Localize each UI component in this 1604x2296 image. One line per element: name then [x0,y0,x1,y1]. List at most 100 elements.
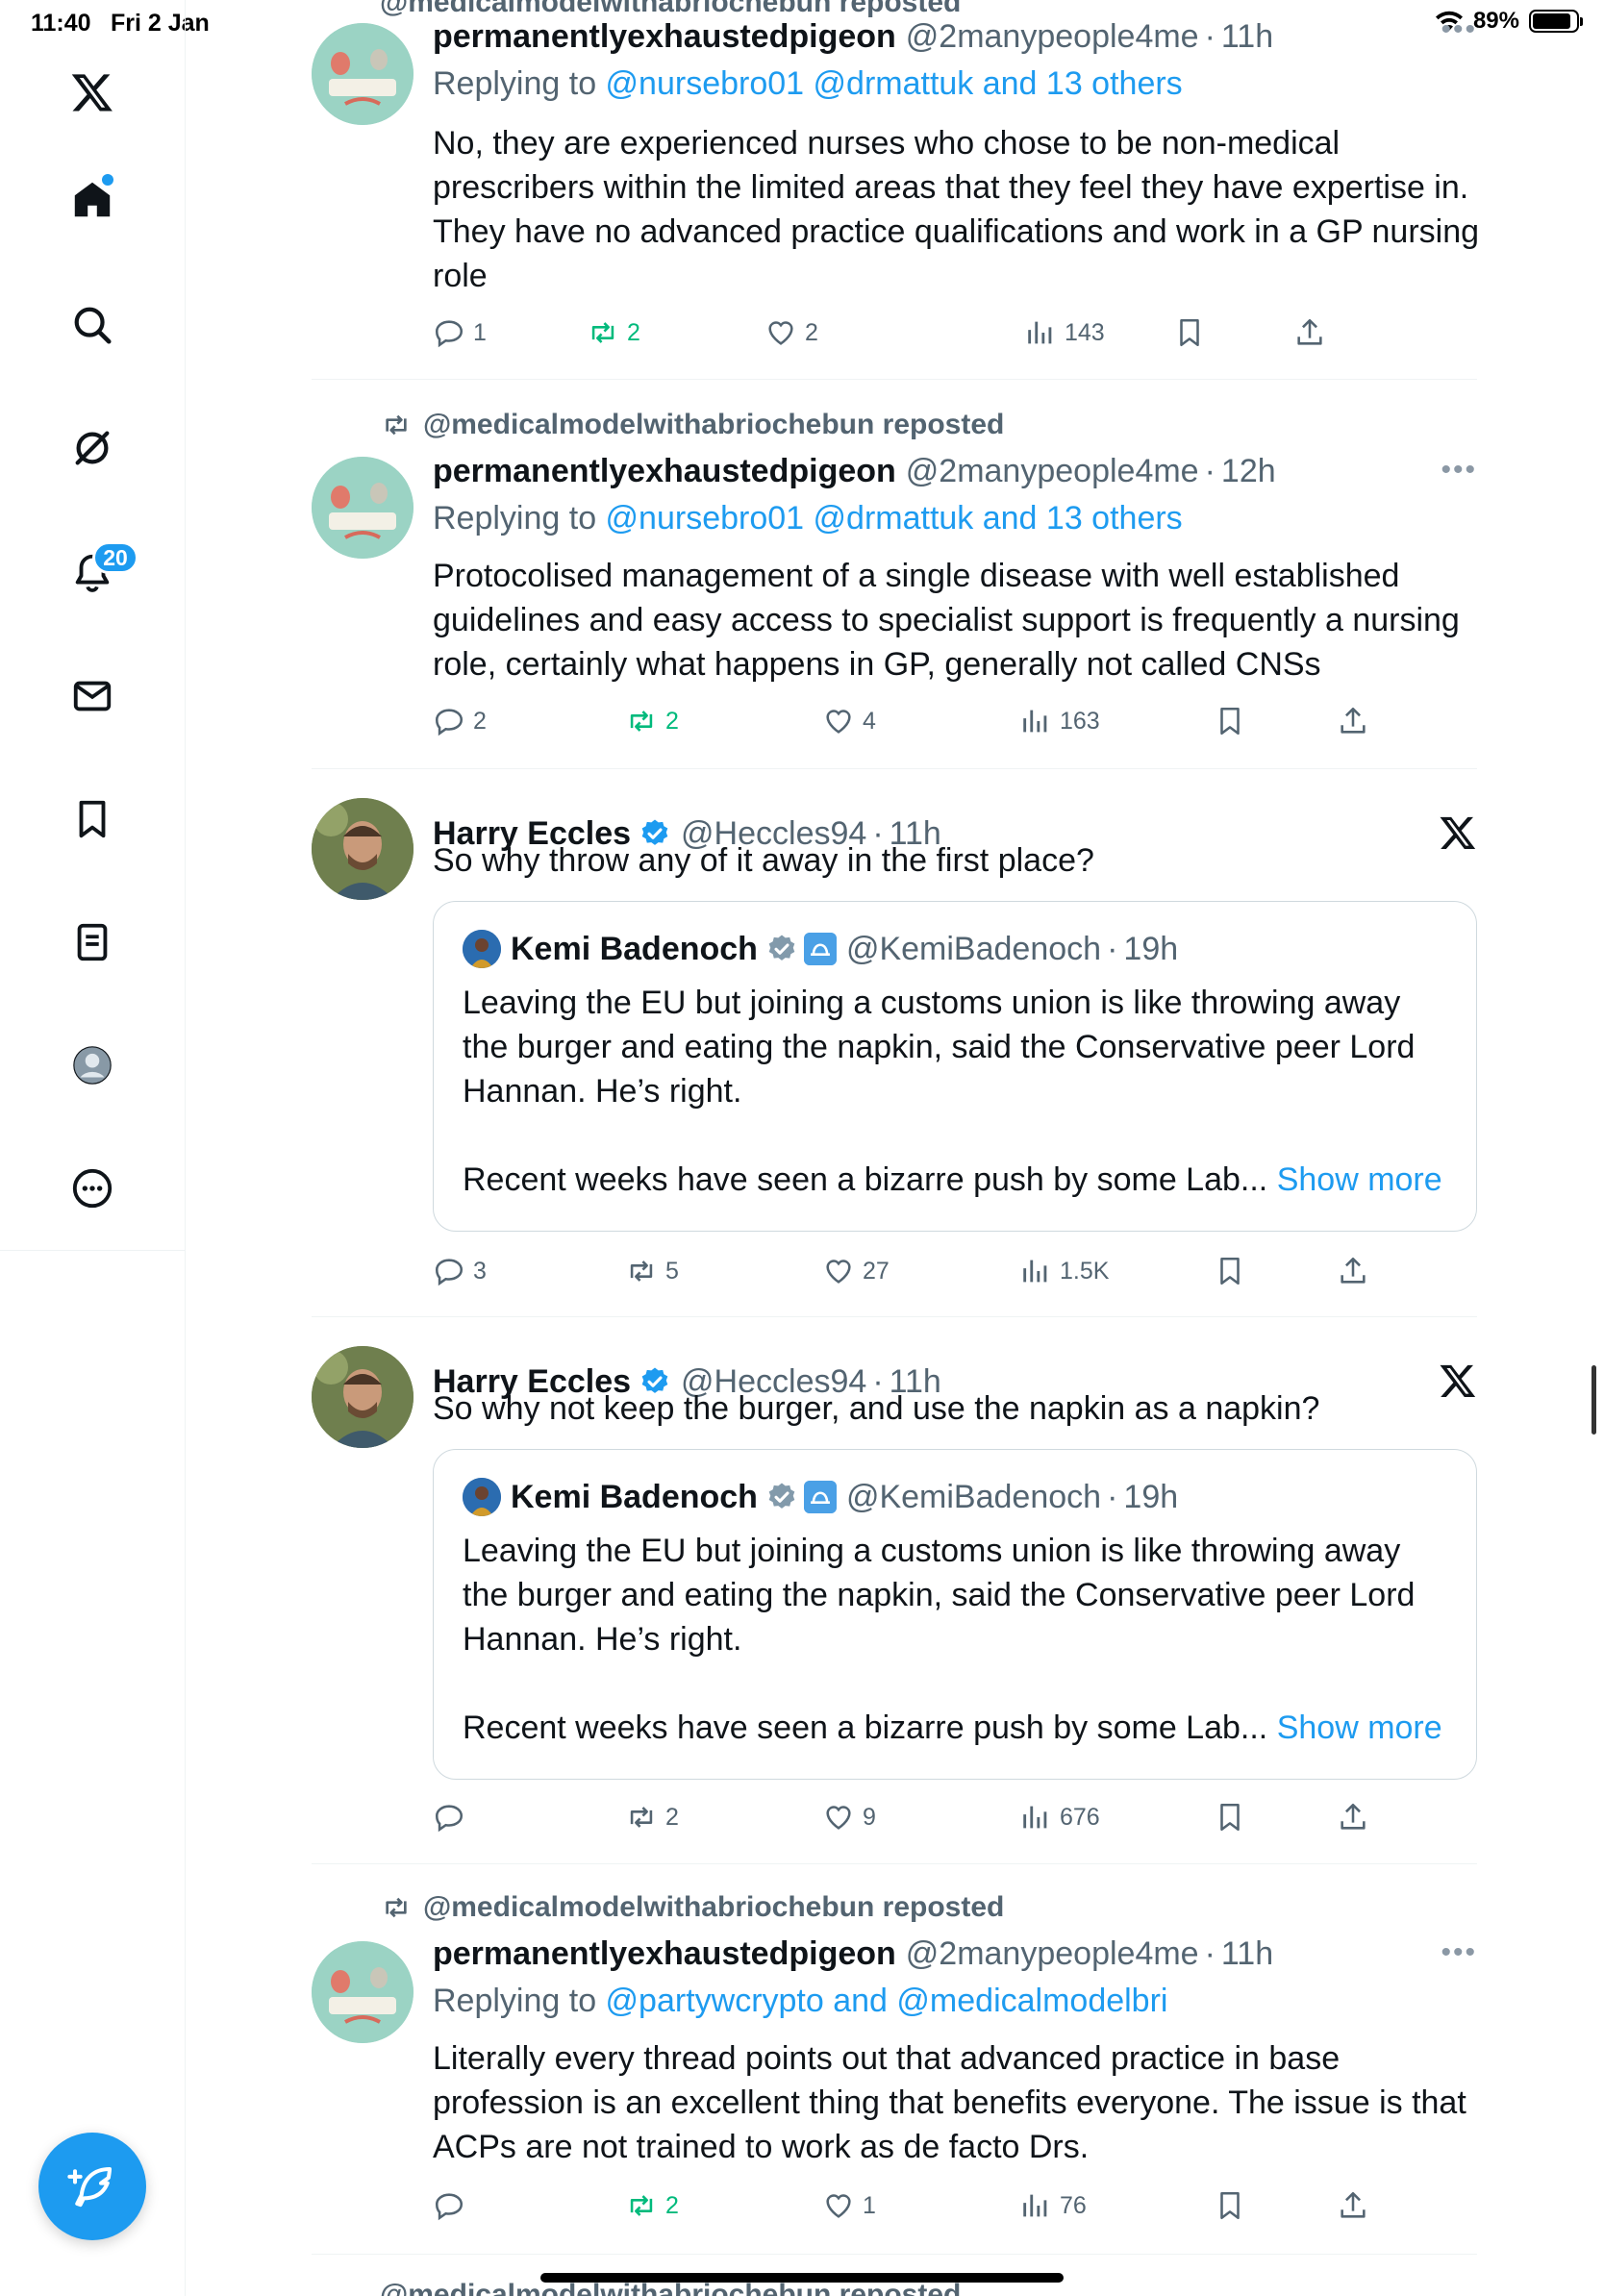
tweet-divider [312,1863,1477,1864]
quoted-tweet[interactable]: Kemi Badenoch @KemiBadenoch · 19h Leavin… [433,1449,1477,1780]
views-button[interactable]: 1.5K [1019,1252,1109,1290]
show-more-link[interactable]: Show more [1277,1161,1442,1198]
reply-targets[interactable]: @nursebro01 @drmattuk and 13 others [606,65,1183,102]
repost-icon [630,711,653,732]
replying-to: Replying to @nursebro01 @drmattuk and 13… [433,65,1183,102]
repost-button[interactable]: 2 [587,313,640,352]
bookmark-icon [1220,1257,1240,1285]
quote-header: Kemi Badenoch @KemiBadenoch · 19h [463,929,1178,969]
avatar[interactable] [312,1346,414,1448]
more-options-icon[interactable]: ••• [1441,1936,1477,1969]
tweet-text: Literally every thread points out that a… [433,2040,1466,2165]
grok-icon[interactable] [60,415,125,481]
bookmark-button[interactable] [1214,702,1246,740]
home-icon[interactable] [60,167,125,233]
show-more-link[interactable]: Show more [1277,1710,1442,1746]
reply-button[interactable]: 2 [433,702,487,740]
timestamp[interactable]: 11h [1221,1935,1273,1973]
compose-post-button[interactable] [38,2133,146,2240]
heart-icon [826,1806,851,1830]
repost-button[interactable]: 2 [625,2186,679,2225]
bookmark-button[interactable] [1173,313,1206,352]
profile-avatar-icon[interactable] [60,1033,125,1098]
tweet-text: No, they are experienced nurses who chos… [433,125,1480,294]
quoted-tweet[interactable]: Kemi Badenoch @KemiBadenoch · 19h Leavin… [433,901,1477,1232]
share-icon [1341,1257,1366,1284]
repost-button[interactable]: 2 [625,702,679,740]
quote-timestamp[interactable]: 19h [1123,1479,1178,1516]
bookmark-icon [1220,1803,1240,1832]
like-button[interactable]: 4 [822,702,876,740]
like-button[interactable]: 1 [822,2186,876,2225]
messages-mail-icon[interactable] [60,663,125,729]
timestamp[interactable]: 11h [1221,18,1273,56]
quote-handle[interactable]: @KemiBadenoch [846,1479,1101,1516]
more-options-icon[interactable] [60,1156,125,1221]
share-button[interactable] [1337,1252,1369,1290]
handle[interactable]: @2manypeople4me [906,1935,1199,1973]
bookmark-icon [1220,707,1240,736]
bookmark-button[interactable] [1214,2186,1246,2225]
scrollbar-thumb[interactable] [1591,1365,1596,1435]
home-unread-dot [102,174,113,186]
share-button[interactable] [1293,313,1326,352]
display-name[interactable]: permanentlyexhaustedpigeon [433,453,896,490]
like-button[interactable]: 2 [764,313,818,352]
bookmark-button[interactable] [1214,1798,1246,1836]
views-button[interactable]: 76 [1019,2186,1087,2225]
reply-targets[interactable]: @nursebro01 @drmattuk and 13 others [606,500,1183,537]
quote-display-name[interactable]: Kemi Badenoch [511,931,758,968]
reply-button[interactable] [433,1798,473,1836]
display-name[interactable]: permanentlyexhaustedpigeon [433,1935,896,1973]
compose-feather-icon [67,2166,113,2208]
repost-attribution: @medicalmodelwithabriochebun reposted [381,1890,1004,1925]
replying-to: Replying to @nursebro01 @drmattuk and 13… [433,500,1183,537]
sidebar: 20 [0,0,186,2296]
share-icon [1341,2191,1366,2218]
x-logo-icon[interactable] [60,60,125,125]
avatar[interactable] [312,1941,414,2043]
quote-avatar[interactable] [463,1478,501,1516]
reply-targets[interactable]: @partywcrypto and @medicalmodelbri [606,1983,1168,2019]
handle[interactable]: @2manypeople4me [906,18,1199,56]
tweet-header: permanentlyexhaustedpigeon @2manypeople4… [433,1934,1274,1973]
lists-icon[interactable] [60,910,125,975]
views-button[interactable]: 163 [1019,702,1100,740]
tweet-header: permanentlyexhaustedpigeon @2manypeople4… [433,452,1276,490]
gray-verified-badge-icon [768,1483,795,1509]
timestamp[interactable]: 12h [1221,453,1276,490]
home-indicator[interactable] [540,2273,1064,2283]
views-button[interactable]: 676 [1019,1798,1100,1836]
more-options-icon[interactable]: ••• [1441,454,1477,487]
quote-timestamp[interactable]: 19h [1123,931,1178,968]
more-options-icon[interactable]: ••• [1441,13,1477,46]
handle[interactable]: @2manypeople4me [906,453,1199,490]
display-name[interactable]: permanentlyexhaustedpigeon [433,18,896,56]
avatar[interactable] [312,23,414,125]
views-chart-icon [1023,2194,1047,2217]
like-button[interactable]: 9 [822,1798,876,1836]
action-bar: 2 2 4 163 [433,702,1366,740]
repost-attribution: @medicalmodelwithabriochebun reposted [381,408,1004,442]
quote-avatar[interactable] [463,930,501,968]
repost-button[interactable]: 2 [625,1798,679,1836]
share-button[interactable] [1337,1798,1369,1836]
action-bar: 2 1 76 [433,2186,1366,2225]
views-chart-icon [1023,1806,1047,1829]
avatar[interactable] [312,798,414,900]
search-icon[interactable] [60,292,125,358]
avatar[interactable] [312,457,414,559]
bookmarks-icon[interactable] [60,786,125,852]
reply-button[interactable]: 1 [433,313,487,352]
repost-button[interactable]: 5 [625,1252,679,1290]
quote-display-name[interactable]: Kemi Badenoch [511,1479,758,1516]
bookmark-button[interactable] [1214,1252,1246,1290]
quote-handle[interactable]: @KemiBadenoch [846,931,1101,968]
share-button[interactable] [1337,2186,1369,2225]
views-button[interactable]: 143 [1024,313,1105,352]
reply-button[interactable]: 3 [433,1252,487,1290]
reply-button[interactable] [433,2186,473,2225]
like-button[interactable]: 27 [822,1252,890,1290]
tweet-divider [312,379,1477,380]
share-button[interactable] [1337,702,1369,740]
